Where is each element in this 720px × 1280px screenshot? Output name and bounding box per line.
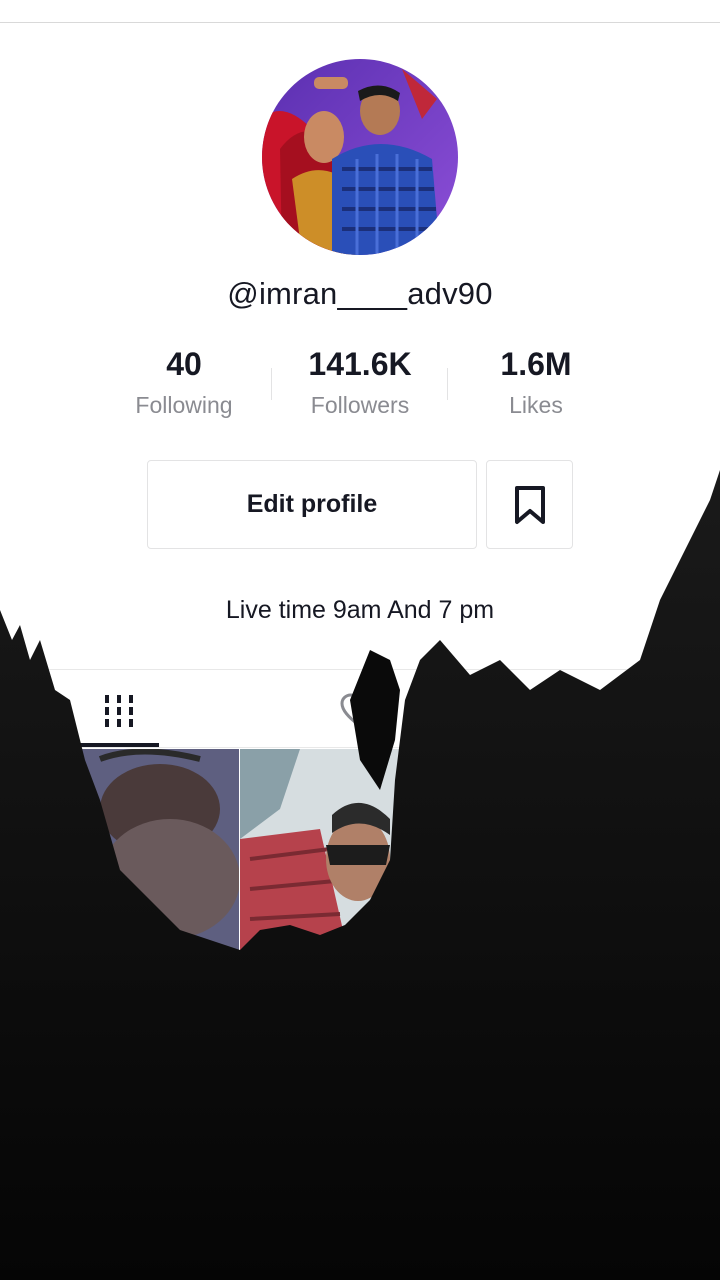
followers-count: 141.6K (308, 346, 412, 382)
bookmark-button[interactable] (486, 460, 573, 549)
grid-icon (105, 695, 133, 727)
likes-label: Likes (509, 392, 563, 418)
stat-followers[interactable]: 141.6K Followers (270, 344, 450, 420)
status-divider (0, 22, 720, 23)
following-label: Following (135, 392, 233, 418)
followers-label: Followers (310, 392, 410, 418)
likes-count: 1.6M (500, 346, 572, 382)
heart-icon (340, 693, 380, 728)
avatar[interactable] (262, 59, 458, 255)
tabs-bottom-divider (0, 747, 720, 748)
avatar-image (262, 59, 458, 255)
username: @imran____adv90 (227, 276, 493, 311)
profile-bio: Live time 9am And 7 pm (225, 596, 495, 624)
video-thumbnail[interactable] (240, 749, 399, 961)
tab-liked[interactable] (320, 680, 400, 742)
tabs-divider (0, 669, 720, 670)
following-count: 40 (166, 346, 202, 382)
video-thumbnail-image (80, 749, 239, 961)
stat-likes[interactable]: 1.6M Likes (446, 344, 626, 420)
edit-profile-button[interactable]: Edit profile (147, 460, 477, 549)
stat-following[interactable]: 40 Following (94, 344, 274, 420)
video-thumbnail-image (240, 749, 399, 961)
video-thumbnail[interactable] (80, 749, 239, 961)
tab-videos[interactable] (79, 680, 159, 742)
bookmark-icon (514, 485, 545, 524)
